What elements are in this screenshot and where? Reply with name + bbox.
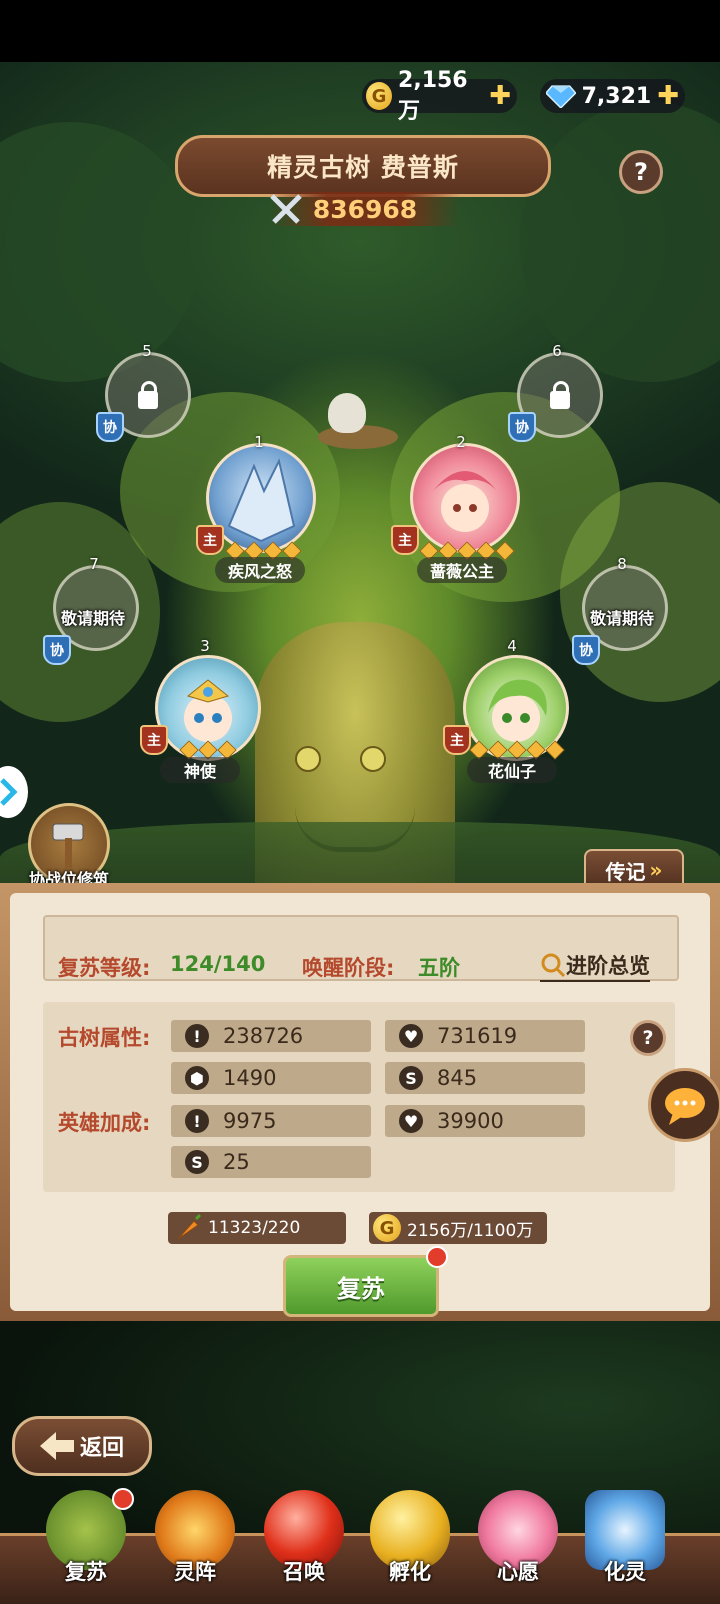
nav-transform[interactable]: 化灵 [575, 1490, 675, 1586]
rose-princess-portrait [433, 471, 497, 532]
hero-name: 蔷薇公主 [417, 557, 507, 583]
hero-name: 神使 [160, 757, 240, 783]
tree-stat-speed: S 845 [385, 1062, 585, 1094]
stats-help-button[interactable]: ? [630, 1020, 666, 1056]
hero-stat-attack: ! 9975 [171, 1105, 371, 1137]
revive-level-value: 124/140 [170, 952, 266, 976]
revive-button[interactable]: 复苏 [283, 1255, 439, 1317]
heart-icon: ♥ [399, 1109, 423, 1133]
hero-stat-hp: ♥ 39900 [385, 1105, 585, 1137]
slot-number: 4 [507, 637, 517, 655]
combat-power-value: 836968 [312, 194, 418, 224]
nav-wish[interactable]: 心愿 [468, 1490, 568, 1586]
revive-level-label: 复苏等级: [58, 956, 151, 980]
assist-badge: 协 [43, 635, 71, 665]
main-badge: 主 [391, 525, 419, 555]
tree-title: 精灵古树 费普斯 [267, 153, 459, 182]
nav-summon[interactable]: 召唤 [254, 1490, 354, 1586]
combat-power: 836968 [270, 192, 460, 226]
slot-number: 6 [552, 342, 562, 360]
slot-number: 1 [254, 433, 264, 451]
hero-name: 疾风之怒 [215, 557, 305, 583]
chat-icon [665, 1088, 705, 1125]
diamond-counter[interactable]: 7,321 ✚ [540, 79, 685, 113]
item-cost: 11323/220 [168, 1212, 346, 1244]
nav-hatch[interactable]: 孵化 [360, 1490, 460, 1586]
heart-icon: ♥ [399, 1024, 423, 1048]
biography-label: 传记 [605, 859, 646, 884]
main-badge: 主 [140, 725, 168, 755]
lock-icon [138, 381, 158, 409]
nav-spirit-array[interactable]: 灵阵 [145, 1490, 245, 1586]
assist-badge: 协 [96, 412, 124, 442]
help-button[interactable]: ? [619, 150, 663, 194]
attack-icon: ! [185, 1109, 209, 1133]
add-diamond-icon[interactable]: ✚ [657, 81, 679, 111]
chat-button[interactable] [648, 1068, 720, 1142]
assist-badge: 协 [508, 412, 536, 442]
advance-overview-label: 进阶总览 [566, 954, 650, 978]
main-badge: 主 [196, 525, 224, 555]
diamond-amount: 7,321 [581, 83, 652, 109]
arrow-right-icon [0, 778, 18, 806]
back-button[interactable]: 返回 [12, 1416, 152, 1476]
double-chevron-icon: » [649, 858, 663, 882]
lock-icon [550, 381, 570, 409]
slot-number: 2 [456, 433, 466, 451]
gold-coin-icon: G [366, 82, 393, 110]
shield-icon: ⬢ [185, 1066, 209, 1090]
slot-number: 7 [89, 555, 99, 573]
gold-coin-icon: G [373, 1214, 401, 1242]
hero-avatar-qiangwei[interactable] [410, 443, 520, 553]
gold-cost: G 2156万/1100万 [369, 1212, 547, 1244]
back-arrow-icon [39, 1432, 74, 1460]
main-badge: 主 [443, 725, 471, 755]
side-arrow-button[interactable] [0, 766, 28, 818]
diamond-icon [546, 85, 576, 108]
advance-overview-link[interactable]: 进阶总览 [540, 950, 650, 982]
carrot-icon [177, 1213, 202, 1240]
hero-stat-speed: S 25 [171, 1146, 371, 1178]
slot-number: 5 [142, 342, 152, 360]
tree-attributes-label: 古树属性: [58, 1026, 151, 1050]
spirit-bird [328, 393, 366, 433]
tree-title-banner: 精灵古树 费普斯 [175, 135, 551, 197]
tree-stat-hp: ♥ 731619 [385, 1020, 585, 1052]
coming-soon-label: 敬请期待 [60, 609, 125, 628]
notification-dot [426, 1246, 448, 1268]
speed-icon: S [399, 1066, 423, 1090]
tree-stat-defense: ⬢ 1490 [171, 1062, 371, 1094]
slot-number: 8 [617, 555, 627, 573]
gold-counter[interactable]: G 2,156万 ✚ [362, 68, 517, 124]
notification-dot [112, 1488, 134, 1510]
tree-stat-attack: ! 238726 [171, 1020, 371, 1052]
add-gold-icon[interactable]: ✚ [489, 81, 511, 111]
coming-soon-label: 敬请期待 [589, 609, 654, 628]
hero-name: 花仙子 [467, 757, 557, 783]
hero-bonus-label: 英雄加成: [58, 1111, 151, 1135]
slot-number: 3 [200, 637, 210, 655]
awaken-stage-label: 唤醒阶段: [302, 956, 395, 980]
crossed-swords-icon [270, 194, 302, 224]
magnifier-icon [541, 953, 566, 978]
awaken-stage-value: 五阶 [418, 956, 460, 980]
attack-icon: ! [185, 1024, 209, 1048]
assist-badge: 协 [572, 635, 600, 665]
gold-amount: 2,156万 [398, 67, 468, 124]
speed-icon: S [185, 1150, 209, 1174]
ice-dragon-portrait [227, 458, 296, 543]
